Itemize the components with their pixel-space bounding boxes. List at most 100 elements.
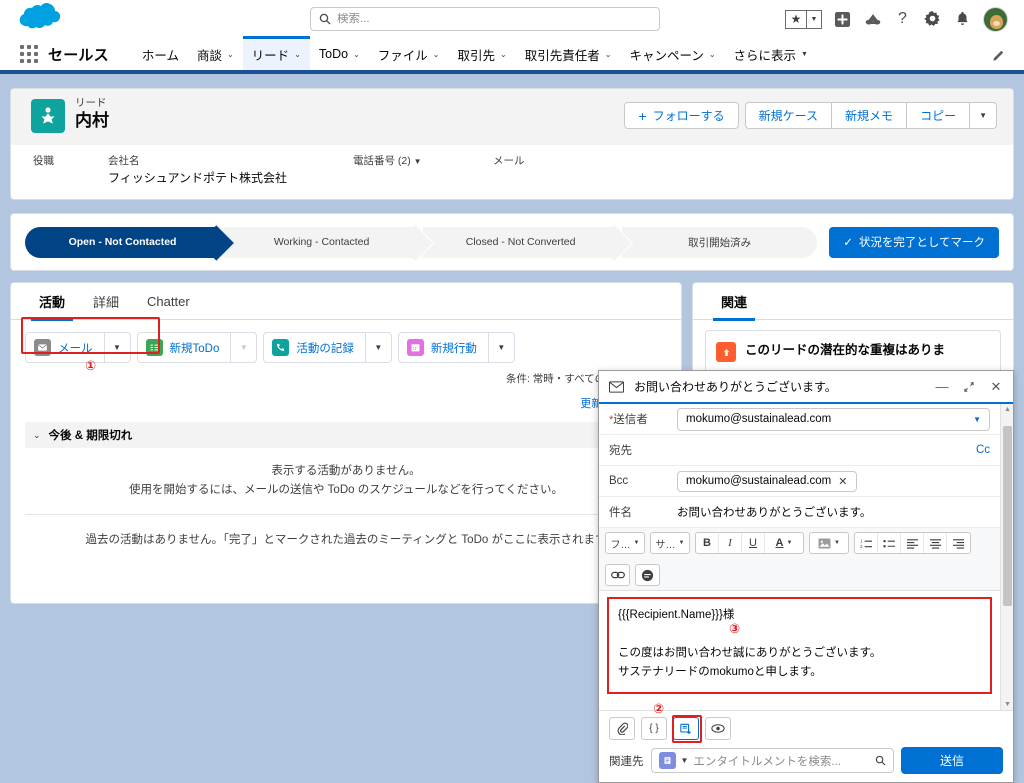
- cc-link[interactable]: Cc: [976, 444, 990, 456]
- new-task-button[interactable]: 新規ToDo ▼: [136, 332, 258, 363]
- follow-button[interactable]: + フォローする: [624, 102, 739, 129]
- search-input[interactable]: [337, 13, 637, 25]
- insert-template-icon[interactable]: [673, 717, 699, 740]
- log-activity-chevron-icon[interactable]: ▼: [364, 333, 391, 362]
- minimize-icon[interactable]: —: [933, 379, 951, 394]
- nav-item-leads[interactable]: リード ⌄: [242, 36, 311, 70]
- attach-file-icon[interactable]: [609, 717, 635, 740]
- favorites-star-icon[interactable]: ★: [786, 11, 806, 28]
- preview-icon[interactable]: [705, 717, 731, 740]
- path-step-closed-not-converted[interactable]: Closed - Not Converted: [423, 226, 619, 258]
- path-step-working-contacted[interactable]: Working - Contacted: [224, 226, 420, 258]
- subject-row[interactable]: 件名 お問い合わせありがとうございます。: [599, 497, 1000, 528]
- bcc-recipient-pill[interactable]: mokumo@sustainalead.com ✕: [677, 470, 857, 492]
- to-row[interactable]: 宛先 Cc: [599, 435, 1000, 466]
- path-step-open-not-contacted[interactable]: Open - Not Contacted: [25, 226, 221, 258]
- tab-details[interactable]: 詳細: [79, 283, 133, 320]
- search-icon[interactable]: [875, 755, 886, 766]
- salesforce-cloud-logo[interactable]: [14, 3, 60, 33]
- nav-item-opportunities[interactable]: 商談 ⌄: [188, 38, 243, 70]
- font-size-select[interactable]: サ… ▼: [651, 533, 689, 553]
- from-select[interactable]: mokumo@sustainalead.com ▼: [677, 407, 990, 431]
- bullet-list-icon[interactable]: [878, 533, 901, 553]
- underline-icon[interactable]: U: [742, 533, 765, 553]
- copy-button[interactable]: コピー: [907, 102, 971, 129]
- user-avatar[interactable]: [983, 6, 1008, 32]
- nav-label: ホーム: [141, 48, 179, 63]
- favorites-button-group[interactable]: ★ ▼: [785, 9, 822, 29]
- help-icon[interactable]: ?: [893, 10, 912, 29]
- upcoming-overdue-section-header[interactable]: ⌄ 今後 & 期限切れ: [25, 422, 667, 448]
- new-event-main[interactable]: 新規行動: [399, 333, 488, 362]
- log-activity-main[interactable]: 活動の記録: [264, 333, 365, 362]
- nav-item-contacts[interactable]: 取引先責任者 ⌄: [516, 38, 621, 70]
- pencil-icon[interactable]: [993, 48, 1006, 61]
- notifications-bell-icon[interactable]: [953, 10, 972, 29]
- scroll-up-arrow-icon[interactable]: ▲: [1004, 406, 1011, 413]
- align-left-icon[interactable]: [901, 533, 924, 553]
- close-icon[interactable]: ✕: [838, 475, 847, 488]
- link-icon[interactable]: [606, 565, 629, 585]
- global-search-box[interactable]: [310, 7, 660, 31]
- new-event-chevron-icon[interactable]: ▼: [487, 333, 514, 362]
- log-activity-button[interactable]: 活動の記録 ▼: [263, 332, 392, 363]
- email-activity-button[interactable]: メール ▼: [25, 332, 131, 363]
- new-task-main[interactable]: 新規ToDo: [138, 333, 231, 362]
- close-icon[interactable]: ✕: [987, 379, 1005, 395]
- add-icon[interactable]: [833, 10, 852, 29]
- field-label: 電話番号 (2) ▼: [353, 155, 422, 167]
- tab-related[interactable]: 関連: [707, 283, 761, 321]
- bold-icon[interactable]: B: [696, 533, 719, 553]
- more-actions-chevron-icon[interactable]: ▼: [970, 102, 997, 129]
- nav-item-campaigns[interactable]: キャンペーン ⌄: [620, 38, 724, 70]
- field-phone[interactable]: 電話番号 (2) ▼: [353, 153, 493, 192]
- send-button[interactable]: 送信: [901, 747, 1003, 774]
- body-line-1: {{{Recipient.Name}}}様: [618, 609, 735, 621]
- composer-scrollbar[interactable]: ▲ ▼: [1000, 404, 1013, 710]
- scrollbar-thumb[interactable]: [1003, 426, 1012, 606]
- merge-field-icon[interactable]: { }: [641, 717, 667, 740]
- image-icon[interactable]: ▼: [810, 533, 848, 553]
- font-family-group[interactable]: フ… ▼: [605, 532, 645, 554]
- text-color-icon[interactable]: A ▼: [765, 533, 803, 553]
- app-launcher-icon[interactable]: [20, 45, 38, 63]
- svg-text:1: 1: [860, 538, 863, 543]
- align-right-icon[interactable]: [947, 533, 970, 553]
- new-event-button[interactable]: 新規行動 ▼: [397, 332, 515, 363]
- nav-item-tasks[interactable]: ToDo ⌄: [310, 38, 369, 70]
- cloud-icon[interactable]: [863, 10, 882, 29]
- tab-activity[interactable]: 活動: [25, 283, 79, 321]
- mark-status-complete-button[interactable]: ✓ 状況を完了としてマーク: [829, 226, 999, 258]
- email-body-editor[interactable]: {{{Recipient.Name}}}様 この度はお問い合わせ誠にありがとうご…: [607, 597, 992, 694]
- tab-chatter[interactable]: Chatter: [133, 283, 204, 320]
- chevron-down-icon: ▼: [973, 414, 981, 424]
- bcc-row[interactable]: Bcc mokumo@sustainalead.com ✕: [599, 466, 1000, 497]
- subject-value[interactable]: お問い合わせありがとうございます。: [677, 504, 871, 520]
- nav-item-files[interactable]: ファイル ⌄: [369, 38, 449, 70]
- refresh-expand-links[interactable]: 更新・すべて展開: [11, 386, 681, 411]
- nav-item-accounts[interactable]: 取引先 ⌄: [449, 38, 516, 70]
- emoji-icon[interactable]: [636, 565, 659, 585]
- email-activity-chevron-icon[interactable]: ▼: [103, 333, 130, 362]
- setup-gear-icon[interactable]: [923, 10, 942, 29]
- new-task-chevron-icon[interactable]: ▼: [230, 333, 256, 362]
- italic-icon[interactable]: I: [719, 533, 742, 553]
- activity-panel: 活動 詳細 Chatter メール ▼ 新規ToDo ▼ 活動の記録 ▼ 新規行…: [10, 282, 682, 604]
- empty-line-2: 使用を開始するには、メールの送信や ToDo のスケジュールなどを行ってください…: [128, 484, 563, 496]
- expand-icon[interactable]: [960, 381, 978, 393]
- favorites-chevron-icon[interactable]: ▼: [806, 10, 821, 28]
- chevron-down-icon[interactable]: ▼: [681, 756, 689, 765]
- font-size-group[interactable]: サ… ▼: [650, 532, 690, 554]
- new-case-button[interactable]: 新規ケース: [744, 102, 833, 129]
- composer-body: *送信者 mokumo@sustainalead.com ▼ 宛先 Cc Bcc…: [599, 404, 1013, 710]
- ordered-list-icon[interactable]: 12: [855, 533, 878, 553]
- align-center-icon[interactable]: [924, 533, 947, 553]
- entitlement-lookup[interactable]: ▼ エンタイトルメントを検索...: [650, 748, 894, 773]
- nav-label: キャンペーン: [629, 48, 704, 63]
- font-family-select[interactable]: フ… ▼: [606, 533, 644, 553]
- nav-item-home[interactable]: ホーム: [133, 38, 188, 70]
- nav-item-more[interactable]: さらに表示 ▼: [725, 38, 817, 70]
- new-note-button[interactable]: 新規メモ: [832, 102, 908, 129]
- scroll-down-arrow-icon[interactable]: ▼: [1004, 701, 1011, 708]
- path-step-converted[interactable]: 取引開始済み: [622, 226, 818, 258]
